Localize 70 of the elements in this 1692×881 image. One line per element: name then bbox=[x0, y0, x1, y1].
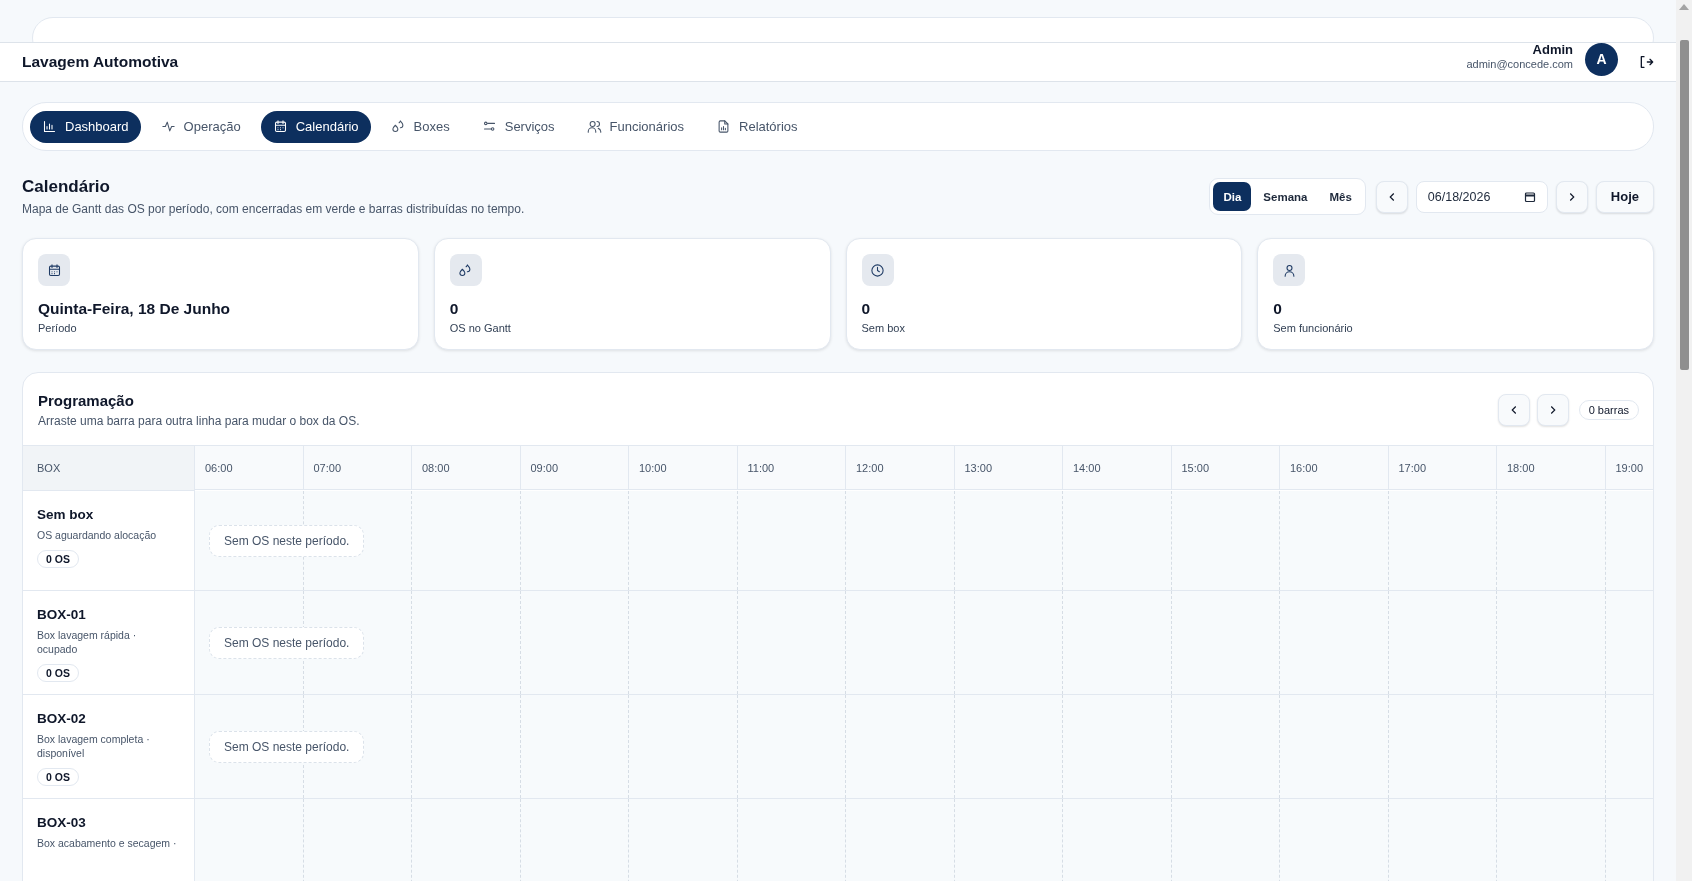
hour-header: 08:00 bbox=[412, 446, 521, 490]
pulse-icon bbox=[160, 119, 176, 134]
box-name: BOX-03 bbox=[37, 815, 87, 830]
sliders-icon bbox=[481, 119, 497, 134]
user-avatar[interactable]: A bbox=[1585, 42, 1618, 76]
user-email: admin@concede.com bbox=[1466, 58, 1573, 70]
today-button[interactable]: Hoje bbox=[1595, 180, 1654, 213]
stat-value: 0 bbox=[861, 300, 872, 318]
next-button[interactable] bbox=[1555, 180, 1588, 213]
calendar-icon bbox=[272, 119, 288, 134]
stat-label: Sem funcionário bbox=[1273, 322, 1354, 334]
nav-tab[interactable]: Operação bbox=[148, 110, 253, 143]
date-field[interactable]: 06/18/2026 bbox=[1415, 180, 1548, 213]
box-name: BOX-02 bbox=[37, 711, 87, 726]
hour-header: 07:00 bbox=[303, 446, 412, 490]
box-description: Box lavagem completa · disponível bbox=[37, 732, 151, 760]
hour-header: 10:00 bbox=[629, 446, 738, 490]
empty-message: Sem OS neste período. bbox=[209, 524, 365, 557]
view-mode-tab[interactable]: Dia bbox=[1213, 182, 1252, 211]
hour-header: 13:00 bbox=[954, 446, 1063, 490]
page-title: Calendário bbox=[22, 177, 111, 197]
nav-tab[interactable]: Calendário bbox=[260, 110, 371, 143]
hour-header: 06:00 bbox=[195, 446, 304, 490]
hour-header: 14:00 bbox=[1063, 446, 1172, 490]
hour-header: 18:00 bbox=[1497, 446, 1606, 490]
box-name: BOX-01 bbox=[37, 607, 87, 622]
box-description: OS aguardando alocação bbox=[37, 528, 158, 542]
calendar-icon[interactable] bbox=[1523, 190, 1536, 203]
nav-tab[interactable]: Funcionários bbox=[574, 110, 696, 143]
previous-button[interactable] bbox=[1375, 180, 1408, 213]
hour-header: 19:00 bbox=[1605, 446, 1653, 490]
stat-label: Período bbox=[38, 322, 78, 334]
view-mode-tab[interactable]: Semana bbox=[1253, 182, 1318, 211]
stat-label: Sem box bbox=[861, 322, 906, 334]
box-name: Sem box bbox=[37, 507, 95, 522]
users-icon bbox=[586, 119, 602, 134]
user-name: Admin bbox=[1532, 44, 1573, 56]
nav-tab[interactable]: Relatórios bbox=[704, 110, 810, 143]
clock-icon bbox=[870, 262, 885, 278]
previous-button[interactable] bbox=[1497, 394, 1530, 426]
next-button[interactable] bbox=[1536, 394, 1569, 426]
box-description: Box acabamento e secagem · bbox=[37, 836, 178, 850]
view-mode-tab[interactable]: Mês bbox=[1319, 182, 1362, 211]
hour-header: 12:00 bbox=[846, 446, 955, 490]
column-header: BOX bbox=[23, 446, 195, 491]
schedule-subtitle: Arraste uma barra para outra linha para mudar o box da OS. bbox=[38, 414, 360, 428]
hour-header: 17:00 bbox=[1388, 446, 1497, 490]
calendar-icon bbox=[46, 262, 62, 278]
hour-header: 09:00 bbox=[520, 446, 629, 490]
document-icon bbox=[716, 119, 731, 134]
nav-tab[interactable]: Dashboard bbox=[30, 110, 141, 143]
schedule-title: Programação bbox=[38, 392, 135, 409]
drops-icon bbox=[390, 119, 406, 134]
stat-value: 0 bbox=[449, 300, 460, 318]
empty-message: Sem OS neste período. bbox=[209, 626, 365, 659]
stat-value: Quinta-Feira, 18 De Junho bbox=[38, 300, 232, 318]
hour-header: 16:00 bbox=[1280, 446, 1389, 490]
logout-icon[interactable] bbox=[1638, 54, 1654, 70]
scrollbar[interactable] bbox=[1676, 0, 1692, 881]
hour-header: 15:00 bbox=[1171, 446, 1280, 490]
box-description: Box lavagem rápida · ocupado bbox=[37, 628, 138, 656]
nav-tab[interactable]: Serviços bbox=[469, 110, 567, 143]
nav-tab[interactable]: Boxes bbox=[378, 110, 462, 143]
empty-message: Sem OS neste período. bbox=[209, 730, 365, 763]
stat-label: OS no Gantt bbox=[449, 322, 512, 334]
bar-chart-icon bbox=[42, 119, 57, 134]
page-subtitle: Mapa de Gantt das OS por período, com encerradas em verde e barras distribuídas no tempo. bbox=[22, 202, 525, 216]
stat-value: 0 bbox=[1273, 300, 1283, 318]
hour-header: 11:00 bbox=[737, 446, 846, 490]
app-title: Lavagem Automotiva bbox=[22, 53, 179, 71]
